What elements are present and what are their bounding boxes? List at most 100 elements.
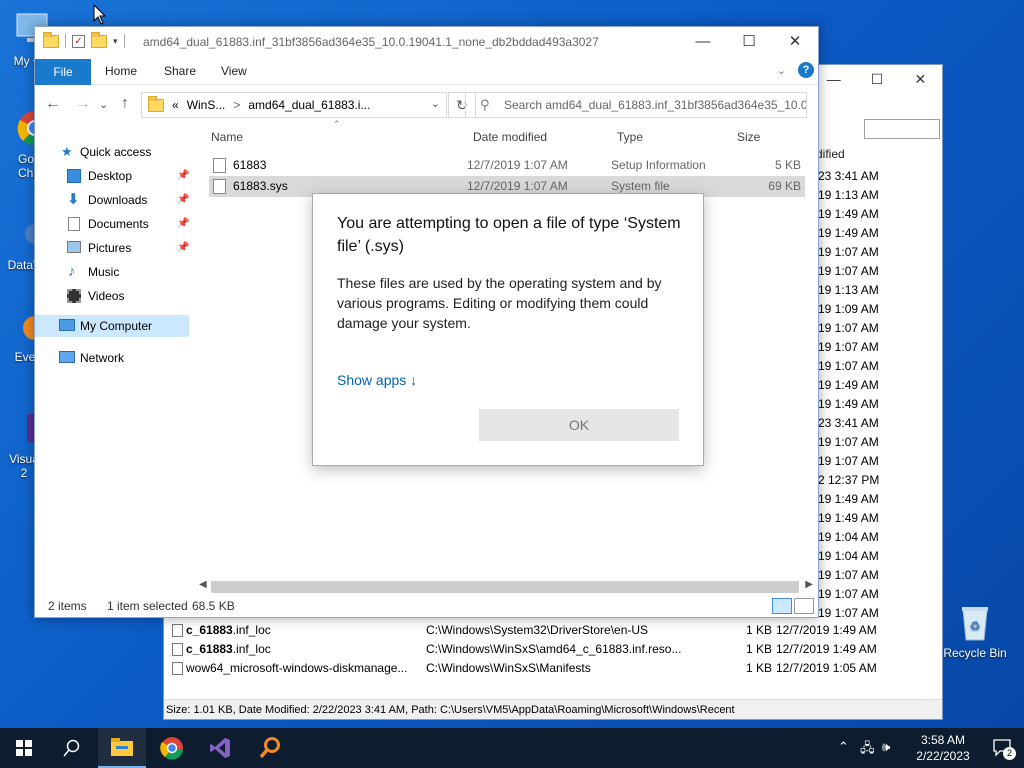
pin-icon[interactable]: 📌 <box>177 237 189 259</box>
list-item[interactable]: wow64_microsoft-windows-diskmanage... C:… <box>164 659 940 678</box>
network-icon[interactable]: 🖧 <box>860 739 875 761</box>
up-arrow-icon[interactable]: ↑ <box>121 95 129 113</box>
properties-icon[interactable]: ✓ <box>72 34 85 48</box>
back-arrow-icon[interactable]: ← <box>45 95 61 113</box>
divider <box>65 34 66 48</box>
taskbar: ⌃ 🖧 🕪 3:58 AM 2/22/2023 2 <box>0 728 1024 768</box>
bg-close-button[interactable]: ✕ <box>899 65 942 93</box>
nav-pictures[interactable]: Pictures 📌 <box>35 237 191 259</box>
nav-label: Downloads <box>88 193 148 207</box>
bg-date-cell: 19 1:09 AM <box>818 302 879 316</box>
start-button[interactable] <box>0 728 48 768</box>
nav-my-computer[interactable]: My Computer <box>35 315 189 337</box>
large-icons-view-icon[interactable] <box>794 598 814 614</box>
address-row: ← → ⌄ ↑ « WinS... > amd64_dual_61883.i..… <box>35 85 818 125</box>
sort-up-icon: ⌃ <box>333 119 341 129</box>
folder-icon <box>43 31 59 48</box>
horizontal-scrollbar[interactable]: ◀ ▶ <box>197 579 817 595</box>
recycle-bin-icon: ♻ <box>955 602 995 642</box>
nav-label: Quick access <box>80 145 152 159</box>
title-bar[interactable]: ✓ ▾ amd64_dual_61883.inf_31bf3856ad364e3… <box>35 27 818 59</box>
result-date: 12/7/2019 1:05 AM <box>776 661 877 675</box>
tab-file[interactable]: File <box>35 59 91 85</box>
ribbon-tabs: File Home Share View ⌄ ? <box>35 59 818 85</box>
file-size: 5 KB <box>774 158 801 172</box>
taskbar-visual-studio[interactable] <box>196 728 244 768</box>
address-dropdown-icon[interactable]: ⌄ <box>431 97 440 110</box>
show-hidden-icons-icon[interactable]: ⌃ <box>838 739 849 755</box>
bg-maximize-button[interactable]: ☐ <box>855 65 898 93</box>
table-row[interactable]: 61883 12/7/2019 1:07 AM Setup Informatio… <box>209 155 805 176</box>
bg-date-column-header[interactable]: dified <box>816 147 845 161</box>
scrollbar-thumb[interactable] <box>211 581 799 593</box>
pin-icon[interactable]: 📌 <box>177 189 189 211</box>
taskbar-chrome[interactable] <box>148 728 196 768</box>
nav-music[interactable]: ♪ Music <box>35 261 191 283</box>
close-button[interactable]: ✕ <box>772 27 818 57</box>
recycle-bin-desktop-icon[interactable]: ♻ Recycle Bin <box>940 602 1010 660</box>
nav-quick-access[interactable]: ★ Quick access <box>35 141 191 163</box>
show-apps-link[interactable]: Show apps ↓ <box>337 372 417 388</box>
tab-home[interactable]: Home <box>105 64 137 78</box>
pin-icon[interactable]: 📌 <box>177 165 189 187</box>
nav-documents[interactable]: Documents 📌 <box>35 213 191 235</box>
notification-count: 2 <box>1003 747 1016 760</box>
breadcrumb-item[interactable]: WinS... <box>187 98 226 112</box>
column-header-type[interactable]: Type <box>617 125 643 149</box>
expand-ribbon-icon[interactable]: ⌄ <box>777 64 786 77</box>
nav-videos[interactable]: Videos <box>35 285 191 307</box>
customize-toolbar-icon[interactable]: ▾ <box>113 36 118 47</box>
list-item[interactable]: c_61883.inf_loc C:\Windows\System32\Driv… <box>164 621 940 640</box>
new-folder-icon[interactable] <box>91 31 107 48</box>
dialog-message: These files are used by the operating sy… <box>337 275 662 331</box>
nav-desktop[interactable]: Desktop 📌 <box>35 165 191 187</box>
result-name: c_61883.inf_loc <box>186 623 271 637</box>
bg-date-cell: 19 1:49 AM <box>818 511 879 525</box>
breadcrumb-separator[interactable]: > <box>233 98 240 112</box>
details-view-icon[interactable] <box>772 598 792 614</box>
column-header-name[interactable]: Name <box>211 125 243 149</box>
help-icon[interactable]: ? <box>798 62 814 78</box>
bg-date-cell: 23 3:41 AM <box>818 169 879 183</box>
nav-downloads[interactable]: ⬇ Downloads 📌 <box>35 189 191 211</box>
nav-network[interactable]: Network <box>35 347 191 369</box>
minimize-button[interactable]: — <box>680 27 726 57</box>
column-header-date[interactable]: Date modified <box>473 125 547 149</box>
volume-icon[interactable]: 🕪 <box>882 739 890 755</box>
taskbar-everything[interactable] <box>246 728 294 768</box>
bg-date-cell: 23 3:41 AM <box>818 416 879 430</box>
bg-date-cell: 19 1:49 AM <box>818 226 879 240</box>
maximize-button[interactable]: ☐ <box>726 27 772 57</box>
pin-icon[interactable]: 📌 <box>177 213 189 235</box>
breadcrumb-item[interactable]: amd64_dual_61883.i... <box>248 98 370 112</box>
search-placeholder: Search amd64_dual_61883.inf_31bf3856ad36… <box>504 98 807 112</box>
breadcrumb-overflow[interactable]: « <box>172 98 179 112</box>
list-item[interactable]: c_61883.inf_loc C:\Windows\WinSxS\amd64_… <box>164 640 940 659</box>
bg-search-input[interactable] <box>864 119 940 139</box>
bg-date-cell: 19 1:07 AM <box>818 587 879 601</box>
tab-share[interactable]: Share <box>164 64 196 78</box>
tab-view[interactable]: View <box>221 64 247 78</box>
status-bar: 2 items 1 item selected 68.5 KB <box>35 595 818 617</box>
ok-button[interactable]: OK <box>479 409 679 441</box>
bg-date-cell: 19 1:49 AM <box>818 492 879 506</box>
clock[interactable]: 3:58 AM 2/22/2023 <box>908 732 978 764</box>
search-input[interactable]: ⚲ Search amd64_dual_61883.inf_31bf3856ad… <box>465 92 807 118</box>
notifications-button[interactable]: 2 <box>992 738 1016 760</box>
scroll-left-icon[interactable]: ◀ <box>199 579 207 590</box>
taskbar-search-button[interactable] <box>48 728 96 768</box>
divider <box>123 34 125 48</box>
forward-arrow-icon[interactable]: → <box>75 95 91 113</box>
network-icon <box>59 351 75 363</box>
result-size: 1 KB <box>746 642 773 656</box>
bg-date-cell: 19 1:04 AM <box>818 530 879 544</box>
bg-date-cell: 19 1:07 AM <box>818 359 879 373</box>
address-bar[interactable]: « WinS... > amd64_dual_61883.i... ⌄ <box>141 92 447 118</box>
recent-locations-icon[interactable]: ⌄ <box>99 98 108 111</box>
column-header-size[interactable]: Size <box>737 125 760 149</box>
bg-status-bar: Size: 1.01 KB, Date Modified: 2/22/2023 … <box>164 699 942 719</box>
scroll-right-icon[interactable]: ▶ <box>805 579 813 590</box>
bg-date-cell: 19 1:07 AM <box>818 264 879 278</box>
file-explorer-icon <box>111 738 133 756</box>
taskbar-file-explorer[interactable] <box>98 728 146 768</box>
